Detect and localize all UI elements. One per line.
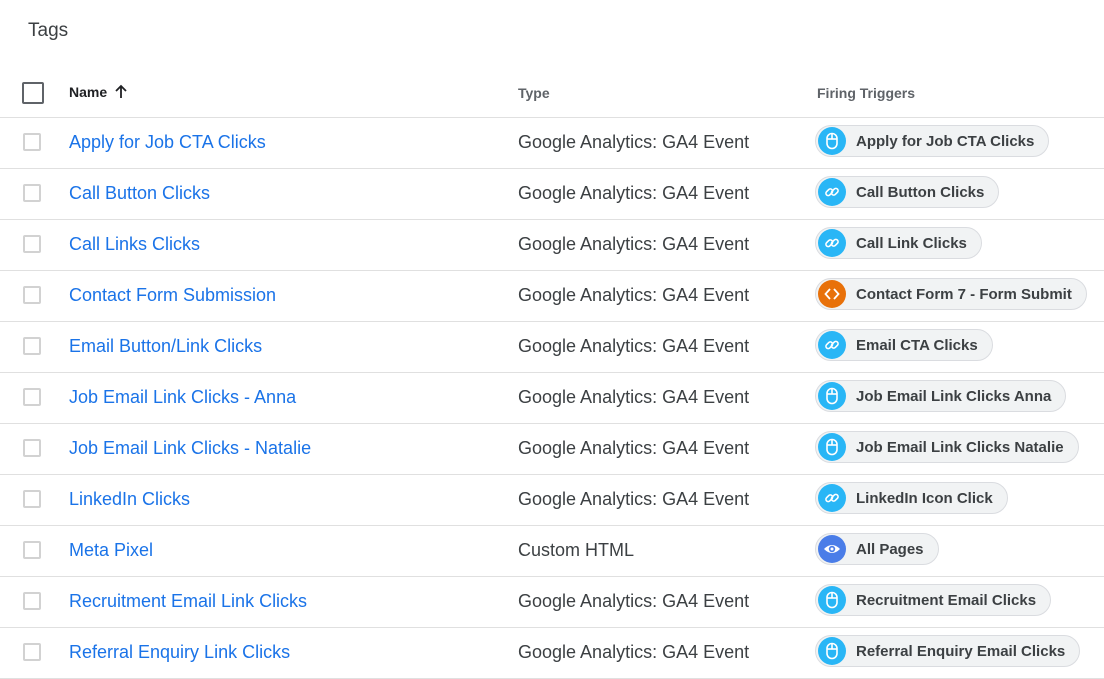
tag-name-link[interactable]: Call Links Clicks (69, 234, 200, 255)
table-row: Referral Enquiry Link Clicks Google Analy… (0, 628, 1104, 679)
link-icon (818, 178, 846, 206)
mouse-click-icon (818, 433, 846, 461)
trigger-chip-label: All Pages (856, 540, 924, 558)
mouse-click-icon (818, 586, 846, 614)
mouse-click-icon (818, 637, 846, 665)
select-all-checkbox[interactable] (22, 82, 44, 104)
trigger-chip-label: Email CTA Clicks (856, 336, 978, 354)
tag-name-link[interactable]: Apply for Job CTA Clicks (69, 132, 266, 153)
trigger-chip[interactable]: Job Email Link Clicks Natalie (815, 431, 1079, 463)
tag-name-link[interactable]: Job Email Link Clicks - Natalie (69, 438, 311, 459)
tag-type: Google Analytics: GA4 Event (518, 438, 750, 458)
row-checkbox[interactable] (23, 592, 41, 610)
tag-type: Google Analytics: GA4 Event (518, 234, 750, 254)
tag-type: Google Analytics: GA4 Event (518, 642, 750, 662)
tag-name-link[interactable]: Email Button/Link Clicks (69, 336, 262, 357)
trigger-chip[interactable]: All Pages (815, 533, 939, 565)
table-row: Meta Pixel Custom HTML All Pages (0, 526, 1104, 577)
trigger-chip[interactable]: Apply for Job CTA Clicks (815, 125, 1050, 157)
eye-icon (818, 535, 846, 563)
tag-name-link[interactable]: Referral Enquiry Link Clicks (69, 642, 290, 663)
table-row: Contact Form Submission Google Analytics:… (0, 271, 1104, 322)
row-checkbox[interactable] (23, 337, 41, 355)
page-title: Tags (28, 20, 69, 41)
trigger-chip-label: Recruitment Email Clicks (856, 591, 1037, 609)
row-checkbox[interactable] (23, 235, 41, 253)
table-row: Job Email Link Clicks - Anna Google Analy… (0, 373, 1104, 424)
table-row: Recruitment Email Link Clicks Google Anal… (0, 577, 1104, 628)
tag-type: Google Analytics: GA4 Event (518, 336, 750, 356)
trigger-chip-label: Referral Enquiry Email Clicks (856, 642, 1066, 660)
row-checkbox[interactable] (23, 133, 41, 151)
row-checkbox[interactable] (23, 286, 41, 304)
mouse-click-icon (818, 127, 846, 155)
table-row: Call Links Clicks Google Analytics: GA4 E… (0, 220, 1104, 271)
table-row: Call Button Clicks Google Analytics: GA4 … (0, 169, 1104, 220)
row-checkbox[interactable] (23, 490, 41, 508)
trigger-chip[interactable]: LinkedIn Icon Click (815, 482, 1008, 514)
row-checkbox[interactable] (23, 184, 41, 202)
trigger-chip[interactable]: Email CTA Clicks (815, 329, 993, 361)
tag-type: Google Analytics: GA4 Event (518, 285, 750, 305)
tags-page: Tags Name Type Firing Triggers Apply for… (0, 0, 1104, 679)
link-icon (818, 229, 846, 257)
trigger-chip[interactable]: Job Email Link Clicks Anna (815, 380, 1067, 412)
sort-ascending-icon[interactable] (113, 84, 129, 100)
tag-name-link[interactable]: Call Button Clicks (69, 183, 210, 204)
row-checkbox[interactable] (23, 541, 41, 559)
trigger-chip[interactable]: Contact Form 7 - Form Submit (815, 278, 1087, 310)
tag-name-link[interactable]: Contact Form Submission (69, 285, 276, 306)
table-header-row: Name Type Firing Triggers (0, 67, 1104, 118)
column-header-type[interactable]: Type (518, 85, 550, 101)
tag-name-link[interactable]: Recruitment Email Link Clicks (69, 591, 307, 612)
trigger-chip-label: Call Button Clicks (856, 183, 985, 201)
table-row: Email Button/Link Clicks Google Analytics… (0, 322, 1104, 373)
tag-type: Google Analytics: GA4 Event (518, 132, 750, 152)
tag-name-link[interactable]: Meta Pixel (69, 540, 153, 561)
trigger-chip-label: Job Email Link Clicks Anna (856, 387, 1052, 405)
tag-type: Google Analytics: GA4 Event (518, 183, 750, 203)
table-row: Job Email Link Clicks - Natalie Google An… (0, 424, 1104, 475)
row-checkbox[interactable] (23, 643, 41, 661)
mouse-click-icon (818, 382, 846, 410)
table-body: Apply for Job CTA Clicks Google Analytics… (0, 118, 1104, 679)
trigger-chip-label: Call Link Clicks (856, 234, 967, 252)
column-header-name-label: Name (69, 84, 108, 100)
link-icon (818, 331, 846, 359)
tag-type: Google Analytics: GA4 Event (518, 387, 750, 407)
trigger-chip[interactable]: Recruitment Email Clicks (815, 584, 1052, 616)
trigger-chip[interactable]: Referral Enquiry Email Clicks (815, 635, 1081, 667)
column-header-firing-triggers: Firing Triggers (817, 85, 916, 101)
tag-type: Google Analytics: GA4 Event (518, 591, 750, 611)
tag-name-link[interactable]: LinkedIn Clicks (69, 489, 190, 510)
tag-type: Google Analytics: GA4 Event (518, 489, 750, 509)
tags-table: Name Type Firing Triggers Apply for Job … (0, 67, 1104, 679)
trigger-chip[interactable]: Call Link Clicks (815, 227, 982, 259)
table-row: LinkedIn Clicks Google Analytics: GA4 Eve… (0, 475, 1104, 526)
trigger-chip[interactable]: Call Button Clicks (815, 176, 1000, 208)
table-row: Apply for Job CTA Clicks Google Analytics… (0, 118, 1104, 169)
row-checkbox[interactable] (23, 439, 41, 457)
tag-name-link[interactable]: Job Email Link Clicks - Anna (69, 387, 296, 408)
row-checkbox[interactable] (23, 388, 41, 406)
tag-type: Custom HTML (518, 540, 635, 560)
trigger-chip-label: LinkedIn Icon Click (856, 489, 993, 507)
link-icon (818, 484, 846, 512)
trigger-chip-label: Apply for Job CTA Clicks (856, 132, 1035, 150)
code-icon (818, 280, 846, 308)
column-header-name[interactable]: Name (69, 84, 129, 100)
trigger-chip-label: Contact Form 7 - Form Submit (856, 285, 1072, 303)
trigger-chip-label: Job Email Link Clicks Natalie (856, 438, 1064, 456)
